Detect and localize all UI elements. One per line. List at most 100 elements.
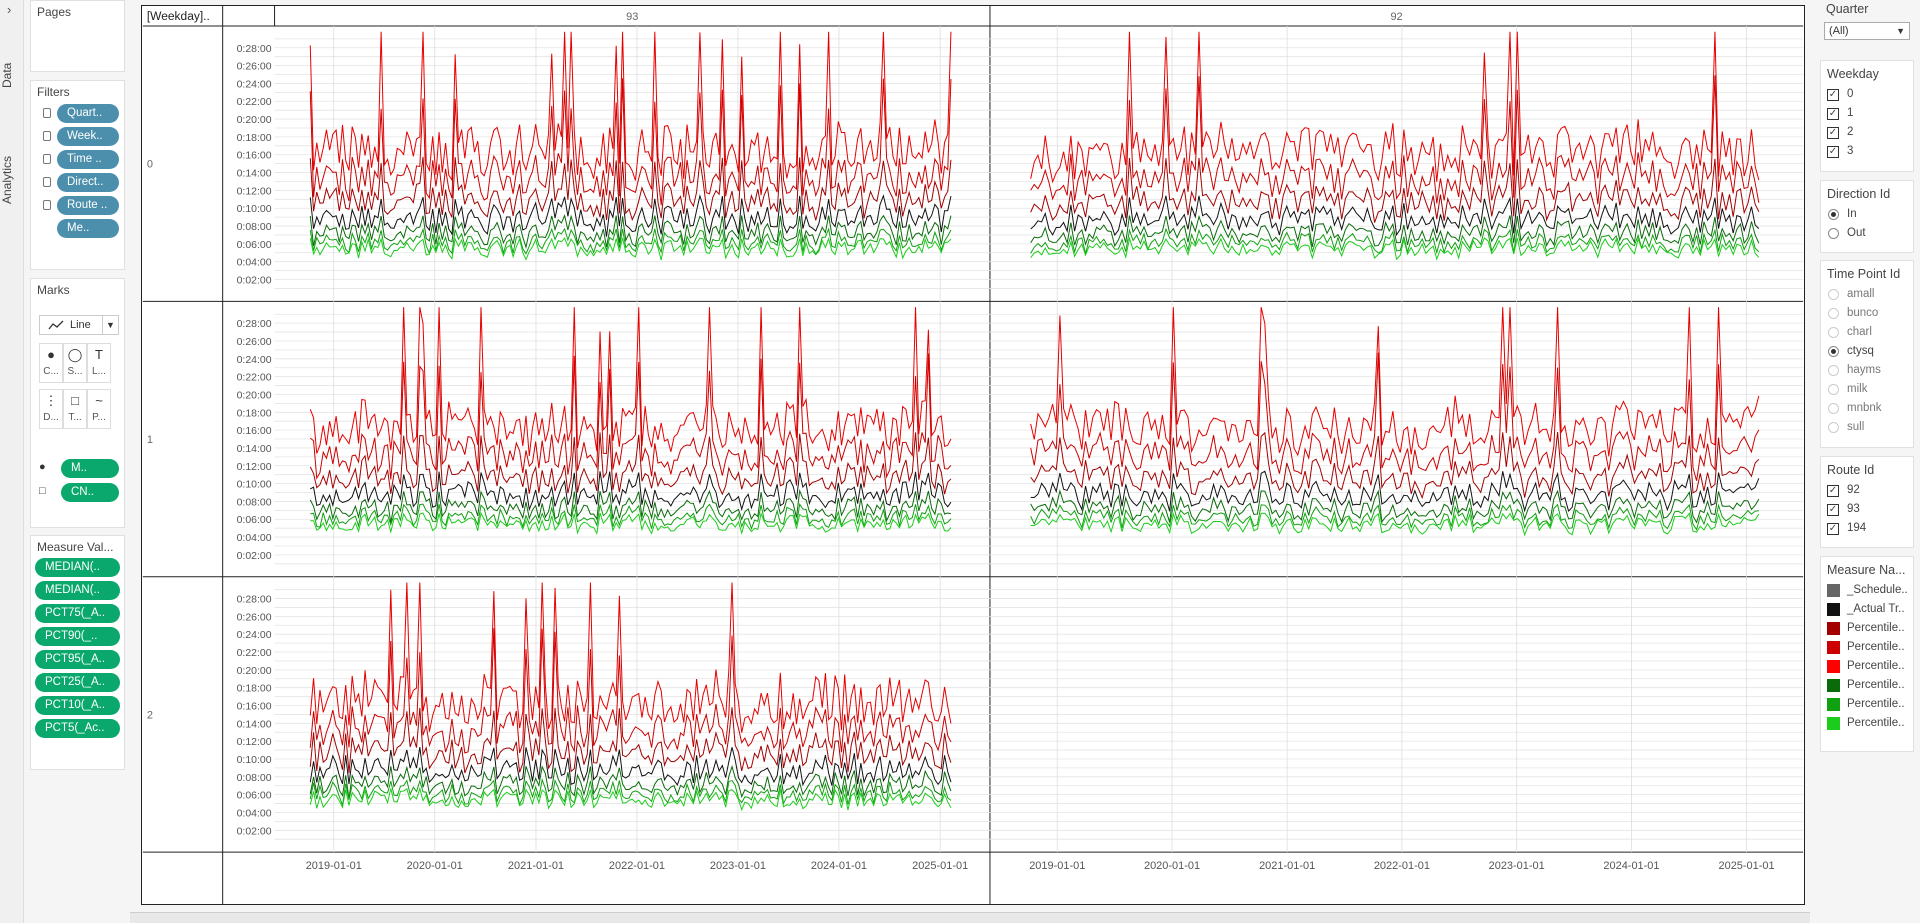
filter-pill[interactable]: Direct.. <box>57 173 119 192</box>
checkbox[interactable]: ✓ <box>1827 504 1839 516</box>
series-line[interactable] <box>310 502 952 531</box>
database-icon <box>43 154 51 164</box>
checkbox-item[interactable]: ✓ 3 <box>1821 142 1913 161</box>
timepoint-filter: Time Point Id amall bunco charl ctysq hayms m… <box>1820 260 1914 448</box>
radio-button[interactable] <box>1828 209 1839 220</box>
measure-value-pill[interactable]: MEDIAN(.. <box>35 558 120 577</box>
radio-item[interactable]: sull <box>1821 418 1913 437</box>
series-line[interactable] <box>1030 503 1759 531</box>
series-line[interactable] <box>309 227 952 256</box>
trellis-line-chart[interactable]: [Weekday].. 93 92 0 0:02:00 0:04:00 0:06:00 0:0… <box>141 5 1805 905</box>
filter-pill[interactable]: Me.. <box>57 219 119 238</box>
measure-value-pill[interactable]: PCT75(_A.. <box>35 604 120 623</box>
sheet-tab-bar[interactable] <box>130 912 1810 923</box>
radio-item[interactable]: In <box>1821 205 1913 224</box>
measure-value-pill[interactable]: PCT90(_.. <box>35 627 120 646</box>
y-tick-label: 0:16:00 <box>237 426 272 437</box>
legend-item[interactable]: Percentile.. <box>1821 619 1913 638</box>
checkbox[interactable]: ✓ <box>1827 127 1839 139</box>
checkbox-label: 93 <box>1847 503 1860 515</box>
radio-button[interactable] <box>1828 228 1839 239</box>
quarter-dropdown[interactable]: (All) ▼ <box>1824 22 1910 40</box>
marks-pill[interactable]: CN.. <box>61 483 119 502</box>
filter-pill[interactable]: Route .. <box>57 196 119 215</box>
series-line[interactable] <box>309 778 952 808</box>
radio-button[interactable] <box>1828 365 1839 376</box>
measure-value-pill[interactable]: PCT25(_A.. <box>35 673 120 692</box>
filter-pill[interactable]: Time .. <box>57 150 119 169</box>
radio-button[interactable] <box>1828 346 1839 357</box>
direction-title: Direction Id <box>1827 187 1891 201</box>
series-line[interactable] <box>309 746 952 787</box>
radio-item[interactable]: ctysq <box>1821 342 1913 361</box>
tooltip-button[interactable]: □ T... <box>63 389 87 429</box>
analytics-tab[interactable]: Analytics <box>0 150 24 210</box>
series-line[interactable] <box>310 511 952 535</box>
tooltip-icon: □ <box>71 393 79 408</box>
radio-item[interactable]: bunco <box>1821 304 1913 323</box>
checkbox[interactable]: ✓ <box>1827 523 1839 535</box>
legend-swatch <box>1827 679 1840 692</box>
series-line[interactable] <box>309 582 952 733</box>
legend-item[interactable]: _Schedule.. <box>1821 581 1913 600</box>
measure-value-pill[interactable]: MEDIAN(.. <box>35 581 120 600</box>
radio-item[interactable]: milk <box>1821 380 1913 399</box>
measure-value-pill[interactable]: PCT95(_A.. <box>35 650 120 669</box>
radio-item[interactable]: hayms <box>1821 361 1913 380</box>
series-line[interactable] <box>1030 75 1760 205</box>
radio-button[interactable] <box>1828 308 1839 319</box>
legend-item[interactable]: Percentile.. <box>1821 676 1913 695</box>
filter-pill[interactable]: Quart.. <box>57 104 119 123</box>
database-icon <box>43 177 51 187</box>
series-line[interactable] <box>309 786 952 812</box>
marks-pill-row: ● M.. <box>39 459 123 479</box>
checkbox-item[interactable]: ✓ 194 <box>1821 519 1913 538</box>
radio-button[interactable] <box>1828 384 1839 395</box>
legend-item[interactable]: Percentile.. <box>1821 638 1913 657</box>
expand-arrow-icon[interactable]: › <box>7 2 11 17</box>
radio-button[interactable] <box>1828 422 1839 433</box>
series-line[interactable] <box>309 31 952 182</box>
checkbox[interactable]: ✓ <box>1827 146 1839 158</box>
path-button[interactable]: ~ P... <box>87 389 111 429</box>
radio-item[interactable]: mnbnk <box>1821 399 1913 418</box>
legend-item[interactable]: Percentile.. <box>1821 714 1913 733</box>
series-line[interactable] <box>309 78 952 206</box>
checkbox[interactable]: ✓ <box>1827 108 1839 120</box>
mark-type-dropdown[interactable]: Line ▼ <box>39 315 119 335</box>
checkbox[interactable]: ✓ <box>1827 89 1839 101</box>
legend-item[interactable]: Percentile.. <box>1821 695 1913 714</box>
label-button[interactable]: T L... <box>87 343 111 383</box>
radio-item[interactable]: charl <box>1821 323 1913 342</box>
series-line[interactable] <box>1030 489 1760 524</box>
detail-button[interactable]: ⋮ D... <box>39 389 63 429</box>
checkbox-item[interactable]: ✓ 2 <box>1821 123 1913 142</box>
data-tab[interactable]: Data <box>0 55 24 95</box>
checkbox-item[interactable]: ✓ 92 <box>1821 481 1913 500</box>
y-tick-label: 0:20:00 <box>237 666 272 677</box>
filter-pill[interactable]: Week.. <box>57 127 119 146</box>
series-line[interactable] <box>1030 470 1760 513</box>
y-tick-label: 0:08:00 <box>237 222 272 233</box>
radio-item[interactable]: amall <box>1821 285 1913 304</box>
checkbox-item[interactable]: ✓ 93 <box>1821 500 1913 519</box>
measure-value-pill[interactable]: PCT10(_A.. <box>35 696 120 715</box>
marks-pill[interactable]: M.. <box>61 459 119 478</box>
pages-shelf[interactable]: Pages <box>30 0 125 72</box>
measure-value-pill[interactable]: PCT5(_Ac.. <box>35 719 120 738</box>
legend-item[interactable]: _Actual Tr.. <box>1821 600 1913 619</box>
checkbox-item[interactable]: ✓ 0 <box>1821 85 1913 104</box>
checkbox-item[interactable]: ✓ 1 <box>1821 104 1913 123</box>
series-line[interactable] <box>1030 307 1760 457</box>
series-line[interactable] <box>1030 431 1760 500</box>
checkbox[interactable]: ✓ <box>1827 485 1839 497</box>
radio-button[interactable] <box>1828 327 1839 338</box>
color-button[interactable]: ● C... <box>39 343 63 383</box>
size-button[interactable]: ◯ S... <box>63 343 87 383</box>
legend-item[interactable]: Percentile.. <box>1821 657 1913 676</box>
series-line[interactable] <box>1030 31 1760 184</box>
series-line[interactable] <box>1030 512 1760 537</box>
radio-button[interactable] <box>1828 289 1839 300</box>
radio-button[interactable] <box>1828 403 1839 414</box>
radio-item[interactable]: Out <box>1821 224 1913 243</box>
